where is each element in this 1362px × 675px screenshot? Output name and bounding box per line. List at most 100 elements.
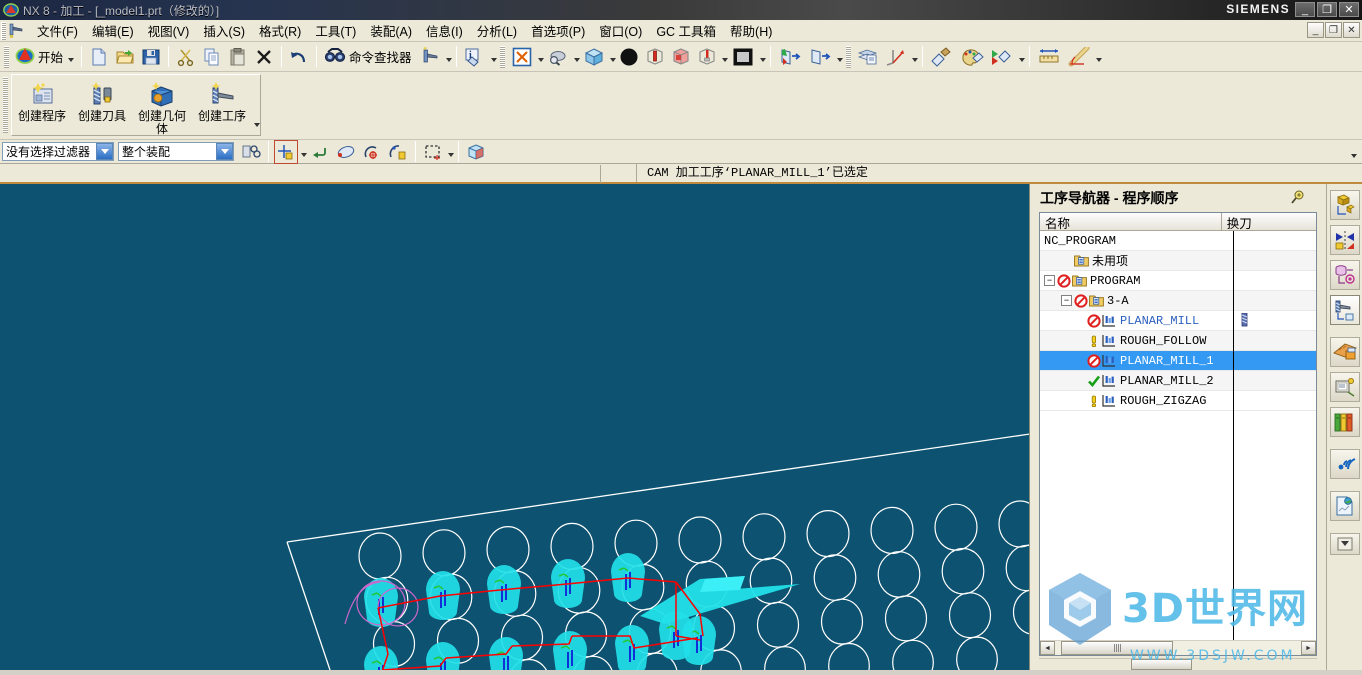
selection-filter-combo[interactable]: 没有选择过滤器 bbox=[2, 142, 114, 161]
menu-format[interactable]: 格式(R) bbox=[252, 19, 308, 42]
new-file-button[interactable] bbox=[87, 45, 111, 69]
open-file-button[interactable] bbox=[113, 45, 137, 69]
chevron-down-icon[interactable] bbox=[836, 57, 843, 62]
face-select-button[interactable] bbox=[464, 140, 488, 164]
measure-angle-button[interactable] bbox=[1065, 45, 1093, 69]
tree-row[interactable]: NC_PROGRAM bbox=[1040, 231, 1316, 251]
measure-distance-button[interactable] bbox=[1035, 45, 1063, 69]
panel-splitter-thumb[interactable] bbox=[1130, 658, 1192, 670]
save-button[interactable] bbox=[139, 45, 163, 69]
part-navigator-icon[interactable] bbox=[1329, 260, 1360, 290]
snap-quadrant-button[interactable] bbox=[386, 140, 410, 164]
start-menu-button[interactable]: 开始 bbox=[13, 45, 76, 69]
chevron-down-icon[interactable] bbox=[1018, 57, 1025, 62]
column-tool-change-header[interactable]: 换刀 bbox=[1222, 213, 1316, 231]
tree-row[interactable]: ROUGH_FOLLOW bbox=[1040, 331, 1316, 351]
menu-help[interactable]: 帮助(H) bbox=[723, 19, 779, 42]
chevron-down-icon[interactable] bbox=[759, 57, 766, 62]
tree-row[interactable]: PLANAR_MILL bbox=[1040, 311, 1316, 331]
scroll-thumb[interactable] bbox=[1061, 641, 1173, 655]
create-mill-geometry-button[interactable] bbox=[419, 45, 443, 69]
menu-view[interactable]: 视图(V) bbox=[141, 19, 197, 42]
scroll-right-button[interactable]: ► bbox=[1301, 641, 1316, 655]
mdi-restore-button[interactable]: ❐ bbox=[1325, 22, 1342, 38]
tree-row[interactable]: 未用项 bbox=[1040, 251, 1316, 271]
menu-preferences[interactable]: 首选项(P) bbox=[524, 19, 592, 42]
history-icon[interactable] bbox=[1329, 491, 1360, 521]
menu-file[interactable]: 文件(F) bbox=[30, 19, 85, 42]
snap-reset-button[interactable] bbox=[308, 140, 332, 164]
back-view-button[interactable] bbox=[806, 45, 834, 69]
chevron-down-icon[interactable] bbox=[445, 57, 452, 62]
selection-filter-dropdown-icon[interactable] bbox=[96, 143, 113, 160]
create-tool-button[interactable]: 创建刀具 bbox=[72, 77, 132, 135]
operation-tree[interactable]: 名称 换刀 NC_PROGRAM 未用项 − PROGRAM − 3-A PLANAR_MI… bbox=[1039, 212, 1317, 656]
copy-button[interactable] bbox=[200, 45, 224, 69]
edit-object-display-button[interactable] bbox=[928, 45, 956, 69]
toolbar-grip-insert[interactable] bbox=[3, 77, 8, 133]
window-minimize-button[interactable]: _ bbox=[1295, 2, 1315, 17]
menu-assemblies[interactable]: 装配(A) bbox=[363, 19, 419, 42]
snap-center-button[interactable] bbox=[360, 140, 384, 164]
scroll-track[interactable] bbox=[1055, 641, 1301, 655]
show-blank-button[interactable] bbox=[669, 45, 693, 69]
chevron-down-icon[interactable] bbox=[721, 57, 728, 62]
scroll-left-button[interactable]: ◄ bbox=[1040, 641, 1055, 655]
cut-button[interactable] bbox=[174, 45, 198, 69]
tree-row[interactable]: ROUGH_ZIGZAG bbox=[1040, 391, 1316, 411]
delete-button[interactable] bbox=[252, 45, 276, 69]
show-tool-button[interactable] bbox=[643, 45, 667, 69]
assembly-navigator-icon[interactable] bbox=[1329, 190, 1360, 220]
toolbar-grip-utility[interactable] bbox=[845, 45, 851, 68]
menu-information[interactable]: 信息(I) bbox=[419, 19, 470, 42]
menu-tools[interactable]: 工具(T) bbox=[308, 19, 363, 42]
insert-toolbar-overflow-icon[interactable] bbox=[254, 123, 260, 127]
panel-splitter-track[interactable] bbox=[1039, 657, 1317, 670]
selection-scope-combo[interactable]: 整个装配 bbox=[118, 142, 234, 161]
chevron-down-icon[interactable] bbox=[911, 57, 918, 62]
object-color-button[interactable] bbox=[958, 45, 986, 69]
window-close-button[interactable]: ✕ bbox=[1339, 2, 1359, 17]
pin-icon[interactable] bbox=[1290, 189, 1306, 205]
zoom-button[interactable] bbox=[545, 45, 571, 69]
show-holder-button[interactable] bbox=[695, 45, 719, 69]
rectangle-select-button[interactable] bbox=[421, 140, 445, 164]
tree-row[interactable]: PLANAR_MILL_2 bbox=[1040, 371, 1316, 391]
toolbar-grip-view[interactable] bbox=[499, 45, 505, 68]
window-restore-button[interactable]: ❐ bbox=[1317, 2, 1337, 17]
reuse-library-icon[interactable] bbox=[1329, 337, 1360, 367]
mdi-minimize-button[interactable]: _ bbox=[1307, 22, 1324, 38]
toolbar-grip-standard[interactable] bbox=[4, 45, 9, 68]
snap-endpoint-button[interactable] bbox=[334, 140, 358, 164]
menu-bar-grip[interactable] bbox=[1, 21, 6, 40]
operation-navigator-icon[interactable] bbox=[1329, 295, 1360, 325]
wcs-display-button[interactable] bbox=[883, 45, 909, 69]
chevron-down-icon[interactable] bbox=[573, 57, 580, 62]
create-geometry-button[interactable]: 创建几何体 bbox=[132, 77, 192, 136]
background-color-button[interactable] bbox=[729, 45, 757, 69]
menu-window[interactable]: 窗口(O) bbox=[592, 19, 649, 42]
selection-scope-dropdown-icon[interactable] bbox=[216, 143, 233, 160]
part-templates-icon[interactable] bbox=[1329, 407, 1360, 437]
html-help-icon[interactable] bbox=[1329, 372, 1360, 402]
chevron-down-icon[interactable] bbox=[490, 57, 497, 62]
selection-bar-overflow-icon[interactable] bbox=[1351, 154, 1357, 158]
tree-row[interactable]: PLANAR_MILL_1 bbox=[1040, 351, 1316, 371]
collapse-resource-bar-button[interactable] bbox=[1329, 533, 1360, 555]
tree-expander[interactable]: − bbox=[1044, 275, 1055, 286]
tree-row[interactable]: − 3-A bbox=[1040, 291, 1316, 311]
snap-point-button[interactable] bbox=[274, 139, 298, 164]
chevron-down-icon[interactable] bbox=[301, 152, 307, 157]
command-finder-button[interactable]: 命令查找器 bbox=[322, 45, 417, 69]
tree-horizontal-scrollbar[interactable]: ◄ ► bbox=[1040, 640, 1316, 655]
menu-analysis[interactable]: 分析(L) bbox=[470, 19, 524, 42]
create-operation-button[interactable]: 创建工序 bbox=[192, 77, 252, 135]
orient-view-button[interactable] bbox=[581, 45, 607, 69]
create-program-button[interactable]: 创建程序 bbox=[12, 77, 72, 135]
menu-edit[interactable]: 编辑(E) bbox=[85, 19, 141, 42]
constraint-navigator-icon[interactable] bbox=[1329, 225, 1360, 255]
chevron-down-icon[interactable] bbox=[448, 152, 454, 157]
move-object-button[interactable] bbox=[988, 45, 1016, 69]
column-name-header[interactable]: 名称 bbox=[1040, 213, 1222, 231]
undo-button[interactable] bbox=[287, 45, 311, 69]
